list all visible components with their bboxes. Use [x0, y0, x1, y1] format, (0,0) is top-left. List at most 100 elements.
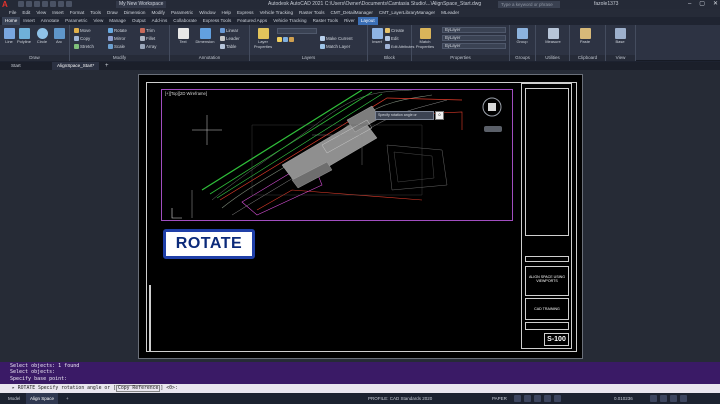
new-icon[interactable]	[18, 1, 24, 7]
tab-featured-apps[interactable]: Featured Apps	[234, 17, 270, 25]
menu-item[interactable]: Express	[234, 9, 257, 17]
measure-button[interactable]: Measure	[543, 28, 563, 45]
tab-annotate[interactable]: Annotate	[38, 17, 62, 25]
viewport-label[interactable]: [+][Top][2D Wireframe]	[165, 91, 207, 96]
rotation-angle-input[interactable]: 0	[435, 111, 444, 120]
add-layout-icon[interactable]: +	[62, 393, 73, 404]
minimize-icon[interactable]: –	[688, 0, 691, 9]
workspace-icon[interactable]	[660, 395, 667, 402]
array-button[interactable]: Array	[140, 44, 157, 50]
fillet-button[interactable]: Fillet	[140, 36, 155, 42]
ortho-icon[interactable]	[534, 395, 541, 402]
text-button[interactable]: Text	[176, 28, 190, 45]
osnap-icon[interactable]	[554, 395, 561, 402]
search-input[interactable]: Type a keyword or phrase	[498, 1, 560, 8]
viewport[interactable]: [+][Top][2D Wireframe]	[161, 89, 513, 221]
group-button[interactable]: Group	[515, 28, 529, 45]
layers-panel-title[interactable]: Layers	[250, 55, 367, 61]
match-layer-button[interactable]: Match Layer	[320, 44, 350, 50]
command-line[interactable]: ▸ ROTATE Specify rotation angle or [Copy…	[0, 384, 720, 393]
maximize-icon[interactable]: ▢	[699, 0, 705, 9]
file-tab-alignspace[interactable]: AlignSpace_Start*	[52, 62, 100, 70]
tab-vehicle-tracking[interactable]: Vehicle Tracking	[270, 17, 309, 25]
tab-manage[interactable]: Manage	[106, 17, 129, 25]
tab-river[interactable]: River	[341, 17, 358, 25]
tab-view[interactable]: View	[90, 17, 106, 25]
annotation-panel-title[interactable]: Annotation	[170, 55, 249, 61]
block-panel-title[interactable]: Block	[368, 55, 411, 61]
linetype-dropdown[interactable]: ByLayer	[442, 43, 506, 49]
menu-item[interactable]: Dimension	[121, 9, 149, 17]
autocad-logo[interactable]: A	[2, 0, 14, 9]
menu-item[interactable]: Edit	[19, 9, 33, 17]
print-icon[interactable]	[50, 1, 56, 7]
tab-home[interactable]: Home	[2, 17, 21, 25]
model-tab[interactable]: Model	[4, 393, 24, 404]
linear-dropdown[interactable]: Linear	[220, 28, 238, 34]
polyline-button[interactable]: Polyline	[17, 28, 31, 45]
modify-panel-title[interactable]: Modify	[70, 55, 169, 61]
circle-button[interactable]: Circle	[35, 28, 49, 45]
menu-item[interactable]: CMT_DetailManager	[328, 9, 376, 17]
tab-parametric[interactable]: Parametric	[62, 17, 90, 25]
save-icon[interactable]	[34, 1, 40, 7]
scale-button[interactable]: Scale	[108, 44, 125, 50]
drawing-canvas[interactable]: [+][Top][2D Wireframe] Specify rotation …	[0, 70, 720, 362]
undo-icon[interactable]	[58, 1, 64, 7]
close-icon[interactable]: ✕	[713, 0, 718, 9]
menu-item[interactable]: Insert	[49, 9, 67, 17]
rotate-button[interactable]: Rotate	[108, 28, 127, 34]
menu-item[interactable]: File	[6, 9, 19, 17]
stretch-button[interactable]: Stretch	[74, 44, 94, 50]
snap-icon[interactable]	[524, 395, 531, 402]
menu-item[interactable]: CMT_LayerLibraryManager	[376, 9, 438, 17]
dimension-button[interactable]: Dimension	[194, 28, 216, 45]
annotation-scale-icon[interactable]	[650, 395, 657, 402]
create-block-button[interactable]: Create	[385, 28, 404, 34]
insert-button[interactable]: Insert	[370, 28, 384, 45]
sun-icon[interactable]	[283, 37, 288, 42]
customize-icon[interactable]	[680, 395, 687, 402]
utilities-panel-title[interactable]: Utilities	[536, 55, 569, 61]
tab-insert[interactable]: Insert	[20, 17, 38, 25]
lineweight-dropdown[interactable]: ByLayer	[442, 35, 506, 41]
view-panel-title[interactable]: View	[606, 55, 635, 61]
settings-icon[interactable]	[670, 395, 677, 402]
menu-item[interactable]: MLeader	[438, 9, 462, 17]
tab-layout[interactable]: Layout	[357, 17, 378, 25]
color-dropdown[interactable]: ByLayer	[442, 27, 506, 33]
paste-button[interactable]: Paste	[578, 28, 592, 45]
new-tab-icon[interactable]: +	[100, 62, 114, 70]
base-button[interactable]: Base	[613, 28, 627, 45]
bulb-icon[interactable]	[277, 37, 282, 42]
copy-button[interactable]: Copy	[74, 36, 90, 42]
menu-item[interactable]: Window	[196, 9, 218, 17]
copy-reference-option[interactable]: Copy Reference	[115, 385, 161, 392]
menu-item[interactable]: Modify	[148, 9, 168, 17]
line-button[interactable]: Line	[2, 28, 16, 45]
tab-output[interactable]: Output	[129, 17, 149, 25]
menu-item[interactable]: View	[33, 9, 49, 17]
menu-item[interactable]: Raster Tools	[296, 9, 327, 17]
workspace-dropdown[interactable]: My New Workspace	[116, 1, 167, 8]
trim-button[interactable]: Trim	[140, 28, 155, 34]
menu-item[interactable]: Format	[67, 9, 88, 17]
make-current-button[interactable]: Make Current	[320, 36, 353, 42]
save-as-icon[interactable]	[42, 1, 48, 7]
edit-block-button[interactable]: Edit	[385, 36, 399, 42]
match-properties-button[interactable]: Match Properties	[414, 28, 436, 49]
tab-add-ins[interactable]: Add-ins	[149, 17, 171, 25]
paper-space-toggle[interactable]: PAPER	[488, 393, 511, 404]
groups-panel-title[interactable]: Groups	[510, 55, 535, 61]
viewport-scale[interactable]: 0.010236	[610, 393, 637, 404]
menu-item[interactable]: Tools	[87, 9, 104, 17]
tab-collaborate[interactable]: Collaborate	[170, 17, 200, 25]
leader-dropdown[interactable]: Leader	[220, 36, 240, 42]
layer-properties-button[interactable]: Layer Properties	[253, 28, 273, 49]
lock-icon[interactable]	[289, 37, 294, 42]
tab-raster-tools[interactable]: Raster Tools	[310, 17, 341, 25]
grid-icon[interactable]	[514, 395, 521, 402]
draw-panel-title[interactable]: Draw	[0, 55, 69, 61]
mirror-button[interactable]: Mirror	[108, 36, 125, 42]
move-button[interactable]: Move	[74, 28, 91, 34]
